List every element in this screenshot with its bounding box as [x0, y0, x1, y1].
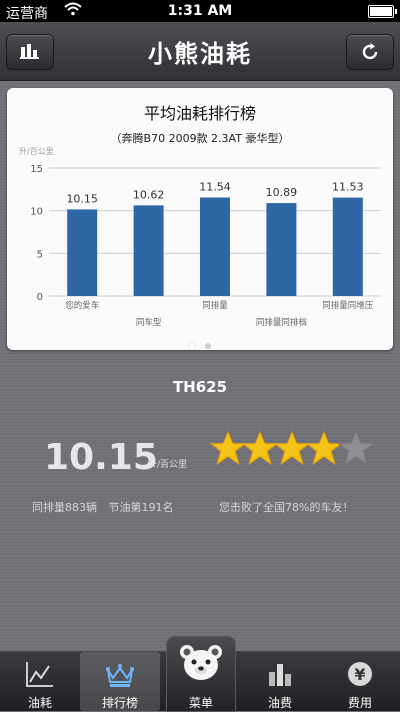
y-tick-label: 15 — [30, 164, 43, 175]
refresh-icon — [362, 43, 378, 60]
page-dot-1[interactable] — [189, 343, 195, 349]
navigation-bar: 小熊油耗 — [0, 22, 400, 81]
bar-value-label: 10.89 — [266, 186, 298, 199]
bar-3 — [200, 197, 230, 296]
bear-icon — [180, 645, 222, 680]
status-bar: 运营商 1:31 AM — [0, 0, 400, 22]
tab-menu-label: 菜单 — [188, 696, 213, 710]
tab-menu[interactable]: 菜单 — [166, 636, 236, 712]
chart-card[interactable]: 平均油耗排行榜 （奔腾B70 2009款 2.3AT 豪华型） 升/百公里 0 5 1… — [7, 88, 393, 350]
fuel-ranking-chart: 升/百公里 0 5 10 15 10.15 您的爱车 10.62 同车型 11.54 同排量 10.8… — [19, 147, 381, 328]
bar-value-label: 11.53 — [332, 181, 364, 194]
tab-fuel-label: 油耗 — [27, 696, 52, 710]
star-filled-icon — [273, 430, 311, 466]
tab-fuel-cost[interactable]: 油费 — [240, 652, 320, 711]
car-model: TH625 — [172, 378, 228, 396]
page-title: 小熊油耗 — [148, 40, 252, 68]
x-category-label: 同排量同增压 — [322, 300, 374, 311]
tab-expenses-label: 费用 — [347, 696, 372, 710]
page-indicator[interactable] — [7, 334, 393, 353]
star-filled-icon — [241, 430, 279, 466]
beat-text: 您击败了全国78%的车友！ — [219, 501, 354, 514]
x-category-label: 同排量同排档 — [256, 317, 307, 328]
bar-value-label: 10.62 — [133, 188, 165, 201]
bar-value-label: 11.54 — [199, 181, 231, 194]
rank-text: 同排量883辆 节油第191名 — [32, 501, 174, 514]
refresh-button[interactable] — [346, 34, 394, 70]
consumption-value: 10.15 — [44, 437, 158, 478]
y-tick-label: 0 — [37, 292, 43, 303]
y-tick-label: 5 — [37, 249, 43, 260]
consumption-unit: 升/百公里 — [148, 460, 188, 470]
main-content: 平均油耗排行榜 （奔腾B70 2009款 2.3AT 豪华型） 升/百公里 0 5 1… — [0, 81, 400, 651]
tab-fuel-cost-label: 油费 — [267, 696, 292, 710]
x-category-label: 同排量 — [202, 300, 228, 311]
tab-expenses[interactable]: ¥ 费用 — [320, 652, 400, 711]
tab-ranking-label: 排行榜 — [101, 696, 138, 710]
star-filled-icon — [209, 430, 247, 466]
bars-icon — [269, 664, 291, 686]
y-axis-label: 升/百公里 — [19, 147, 54, 156]
x-category-label: 同车型 — [136, 317, 162, 328]
svg-text:¥: ¥ — [354, 665, 365, 684]
page-dot-2[interactable] — [205, 343, 211, 349]
star-filled-icon — [305, 430, 343, 466]
yen-icon: ¥ — [348, 662, 372, 686]
battery-fill — [370, 7, 392, 16]
crown-icon — [106, 664, 134, 687]
battery-icon — [368, 5, 397, 18]
star-empty-icon — [337, 430, 375, 466]
x-category-label: 您的爱车 — [65, 300, 99, 311]
tab-ranking[interactable]: 排行榜 — [80, 652, 160, 711]
rating-stars — [209, 430, 375, 471]
line-chart-icon — [26, 662, 53, 687]
bar-2 — [133, 205, 164, 296]
status-time: 1:31 AM — [167, 3, 233, 19]
tab-fuel[interactable]: 油耗 — [0, 652, 80, 711]
bar-4 — [266, 203, 297, 296]
bar-value-label: 10.15 — [66, 192, 98, 205]
y-tick-label: 10 — [30, 207, 43, 218]
bar-5 — [332, 197, 363, 296]
bar-1 — [67, 209, 98, 296]
